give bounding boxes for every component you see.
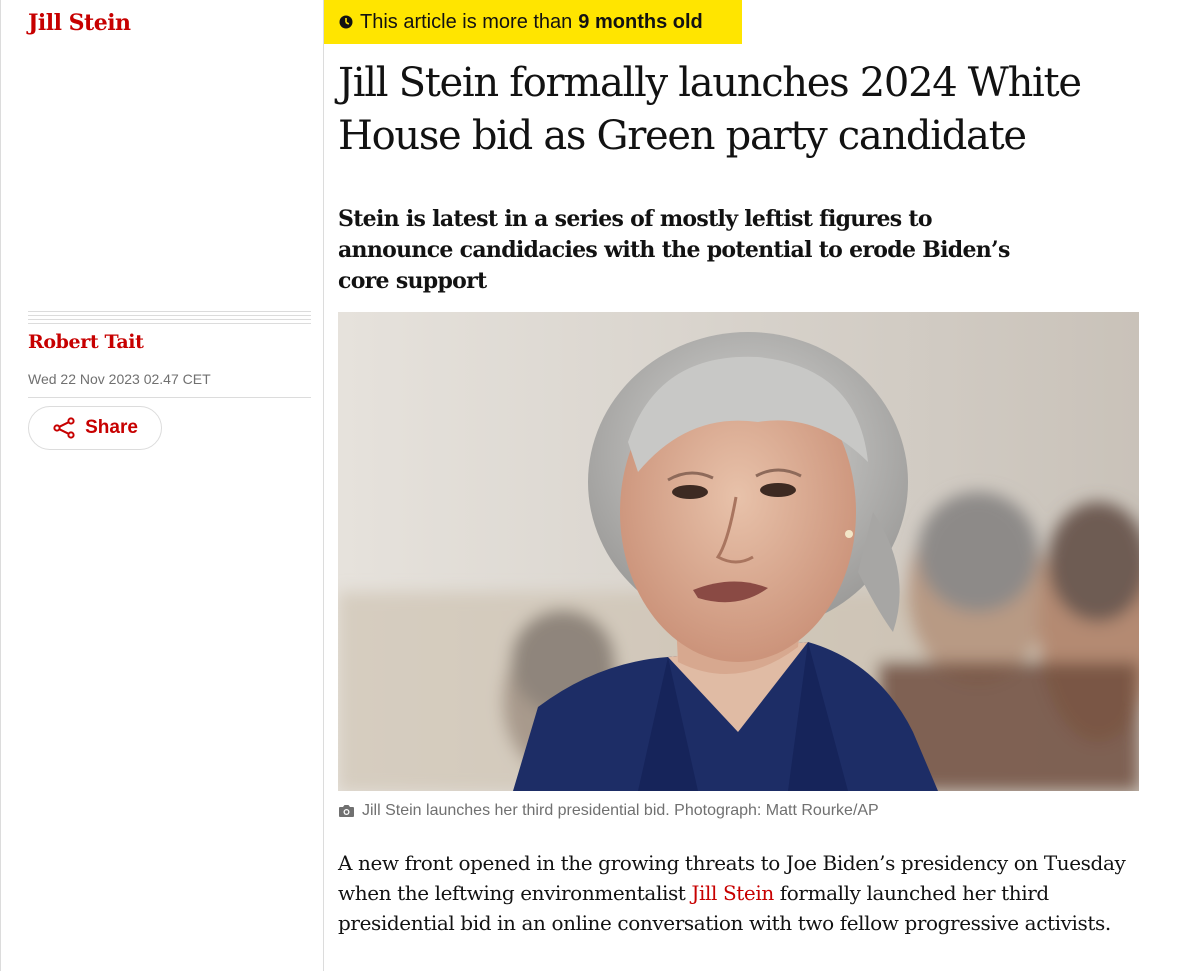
article-age-badge: This article is more than 9 months old (324, 0, 742, 44)
share-button[interactable]: Share (28, 406, 162, 450)
author-byline-link[interactable]: Robert Tait (28, 331, 144, 353)
article-headline: Jill Stein formally launches 2024 White … (338, 60, 1082, 159)
camera-icon (338, 804, 355, 818)
jill-stein-inline-link[interactable]: Jill Stein (691, 881, 774, 905)
article-standfirst: Stein is latest in a series of mostly le… (338, 206, 1010, 294)
share-button-label: Share (85, 417, 138, 438)
clock-icon (339, 15, 353, 29)
meta-rule-lines (28, 311, 311, 327)
age-notice-age: 9 months old (578, 10, 703, 33)
meta-separator (28, 397, 311, 398)
column-divider (323, 0, 324, 971)
age-notice-prefix: This article is more than (360, 10, 573, 33)
photo-caption: Jill Stein launches her third presidenti… (338, 802, 879, 820)
article-main-photo[interactable] (338, 312, 1139, 791)
page-left-border (0, 0, 1, 971)
share-icon (52, 416, 76, 440)
photo-caption-text: Jill Stein launches her third presidenti… (362, 802, 879, 819)
publish-date: Wed 22 Nov 2023 02.47 CET (28, 371, 211, 387)
article-body-paragraph: A new front opened in the growing threat… (338, 848, 1138, 938)
section-tag-link[interactable]: Jill Stein (28, 10, 131, 36)
